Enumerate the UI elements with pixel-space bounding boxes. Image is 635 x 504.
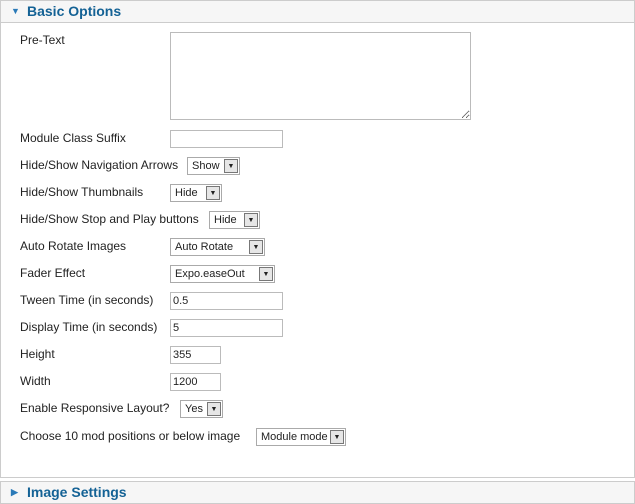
nav-select[interactable]: Show ▼	[187, 157, 240, 175]
width-input[interactable]: 1200	[170, 373, 221, 391]
caret-down-icon: ▼	[11, 6, 20, 16]
nav-label: Hide/Show Navigation Arrows	[20, 158, 179, 172]
stopplay-label: Hide/Show Stop and Play buttons	[20, 212, 199, 226]
width-label: Width	[20, 374, 51, 388]
positions-label: Choose 10 mod positions or below image	[20, 429, 241, 443]
stopplay-select[interactable]: Hide ▼	[209, 211, 260, 229]
responsive-select[interactable]: Yes ▼	[180, 400, 223, 418]
image-settings-header[interactable]: ▶ Image Settings	[0, 481, 635, 504]
responsive-label: Enable Responsive Layout?	[20, 401, 170, 415]
suffix-input[interactable]	[170, 130, 283, 148]
chevron-down-icon: ▼	[259, 267, 273, 281]
fader-label: Fader Effect	[20, 266, 86, 280]
tween-label: Tween Time (in seconds)	[20, 293, 154, 307]
pretext-label: Pre-Text	[20, 33, 65, 47]
pretext-textarea[interactable]	[170, 32, 471, 120]
caret-right-icon: ▶	[11, 487, 18, 497]
basic-options-header[interactable]: ▼ Basic Options	[0, 0, 635, 23]
tween-input[interactable]: 0.5	[170, 292, 283, 310]
chevron-down-icon: ▼	[207, 402, 221, 416]
display-label: Display Time (in seconds)	[20, 320, 158, 334]
chevron-down-icon: ▼	[224, 159, 238, 173]
autorotate-label: Auto Rotate Images	[20, 239, 127, 253]
positions-select[interactable]: Module mode ▼	[256, 428, 346, 446]
height-label: Height	[20, 347, 55, 361]
thumbs-select[interactable]: Hide ▼	[170, 184, 222, 202]
chevron-down-icon: ▼	[244, 213, 258, 227]
chevron-down-icon: ▼	[206, 186, 220, 200]
autorotate-select[interactable]: Auto Rotate ▼	[170, 238, 265, 256]
display-input[interactable]: 5	[170, 319, 283, 337]
suffix-label: Module Class Suffix	[20, 131, 126, 145]
fader-select[interactable]: Expo.easeOut ▼	[170, 265, 275, 283]
chevron-down-icon: ▼	[330, 430, 344, 444]
thumbs-label: Hide/Show Thumbnails	[20, 185, 144, 199]
chevron-down-icon: ▼	[249, 240, 263, 254]
height-input[interactable]: 355	[170, 346, 221, 364]
